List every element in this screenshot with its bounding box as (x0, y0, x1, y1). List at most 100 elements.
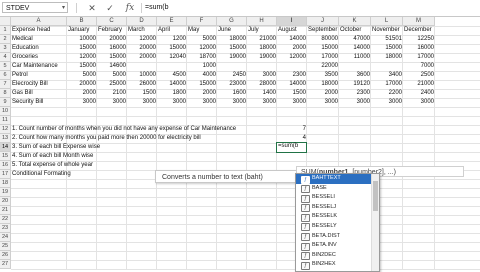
amount-cell[interactable]: 3000 (372, 98, 403, 107)
row-header-11[interactable]: 11 (0, 116, 11, 125)
amount-cell[interactable]: 12000 (128, 35, 157, 44)
amount-cell[interactable]: 3000 (308, 98, 339, 107)
amount-cell[interactable]: 47000 (340, 35, 371, 44)
question-text[interactable]: 5. Total expense of whole year (12, 161, 262, 170)
row-header-17[interactable]: 17 (0, 170, 11, 179)
column-header-j[interactable]: J (307, 17, 339, 26)
row-header-27[interactable]: 27 (0, 260, 11, 269)
amount-cell[interactable]: 3000 (158, 98, 187, 107)
expense-name-cell[interactable]: Education (12, 44, 67, 53)
header-cell-month[interactable]: April (158, 26, 187, 35)
amount-cell[interactable]: 51501 (372, 35, 403, 44)
amount-cell[interactable]: 2000 (68, 89, 97, 98)
amount-cell[interactable]: 14000 (278, 80, 307, 89)
question-text[interactable]: 4. Sum of each bill Month wise (12, 152, 262, 161)
select-all-corner[interactable] (0, 17, 11, 26)
row-header-20[interactable]: 20 (0, 197, 11, 206)
row-header-25[interactable]: 25 (0, 242, 11, 251)
row-header-23[interactable]: 23 (0, 224, 11, 233)
amount-cell[interactable]: 2200 (372, 89, 403, 98)
amount-cell[interactable]: 14000 (340, 44, 371, 53)
amount-cell[interactable]: 19000 (218, 53, 247, 62)
amount-cell[interactable]: 20000 (98, 35, 127, 44)
amount-cell[interactable]: 15000 (68, 62, 97, 71)
row-header-3[interactable]: 3 (0, 44, 11, 53)
amount-cell[interactable]: 1800 (158, 89, 187, 98)
row-header-10[interactable]: 10 (0, 107, 11, 116)
autocomplete-item[interactable]: ƒ BIN2DEC (296, 251, 379, 261)
amount-cell[interactable]: 1600 (218, 89, 247, 98)
amount-cell[interactable]: 10000 (128, 71, 157, 80)
column-header-e[interactable]: E (157, 17, 187, 26)
row-header-26[interactable]: 26 (0, 251, 11, 260)
amount-cell[interactable]: 2000 (278, 44, 307, 53)
header-cell-month[interactable]: March (128, 26, 157, 35)
amount-cell[interactable]: 3000 (248, 71, 277, 80)
column-header-a[interactable]: A (11, 17, 67, 26)
amount-cell[interactable]: 12000 (278, 53, 307, 62)
column-header-i[interactable]: I (277, 17, 307, 26)
row-header-8[interactable]: 8 (0, 89, 11, 98)
amount-cell[interactable]: 18700 (188, 53, 217, 62)
amount-cell[interactable]: 25000 (98, 80, 127, 89)
amount-cell[interactable]: 10000 (68, 35, 97, 44)
column-header-g[interactable]: G (217, 17, 247, 26)
amount-cell[interactable]: 22000 (308, 62, 339, 71)
answer-cell[interactable]: 7 (278, 125, 307, 134)
amount-cell[interactable]: 2400 (404, 89, 435, 98)
amount-cell[interactable]: 11000 (340, 53, 371, 62)
amount-cell[interactable]: 5000 (68, 71, 97, 80)
amount-cell[interactable]: 7000 (404, 62, 435, 71)
amount-cell[interactable]: 4500 (158, 71, 187, 80)
amount-cell[interactable]: 21000 (248, 35, 277, 44)
expense-name-cell[interactable]: Security Bill (12, 98, 67, 107)
row-header-12[interactable]: 12 (0, 125, 11, 134)
expense-name-cell[interactable]: Medical (12, 35, 67, 44)
amount-cell[interactable]: 12040 (158, 53, 187, 62)
column-header-l[interactable]: L (371, 17, 403, 26)
column-header-c[interactable]: C (97, 17, 127, 26)
scrollbar-thumb[interactable] (373, 181, 378, 211)
row-header-2[interactable]: 2 (0, 35, 11, 44)
amount-cell[interactable]: 3400 (372, 71, 403, 80)
function-autocomplete-list[interactable]: ƒ BAHTTEXT ƒ BASE ƒ BESSELI ƒ BESSELJ ƒ BESSELK ƒ B… (295, 173, 380, 272)
amount-cell[interactable]: 2000 (308, 89, 339, 98)
header-cell-month[interactable]: July (248, 26, 277, 35)
amount-cell[interactable]: 14000 (158, 80, 187, 89)
amount-cell[interactable]: 15000 (218, 44, 247, 53)
amount-cell[interactable]: 3000 (98, 98, 127, 107)
autocomplete-scrollbar[interactable] (371, 174, 379, 271)
amount-cell[interactable]: 12000 (68, 53, 97, 62)
amount-cell[interactable]: 12000 (188, 44, 217, 53)
autocomplete-item[interactable]: ƒ BESSELY (296, 222, 379, 232)
autocomplete-item[interactable]: ƒ BETA.INV (296, 241, 379, 251)
amount-cell[interactable]: 2300 (340, 89, 371, 98)
amount-cell[interactable]: 15000 (188, 80, 217, 89)
amount-cell[interactable]: 2100 (98, 89, 127, 98)
header-cell-expense-head[interactable]: Expense head (12, 26, 67, 35)
header-cell-month[interactable]: May (188, 26, 217, 35)
insert-function-button[interactable]: fx (124, 2, 136, 14)
autocomplete-item[interactable]: ƒ BAHTTEXT (296, 174, 379, 184)
row-header-16[interactable]: 16 (0, 161, 11, 170)
amount-cell[interactable]: 3000 (218, 98, 247, 107)
amount-cell[interactable]: 3600 (340, 71, 371, 80)
chevron-down-icon[interactable]: ▾ (62, 3, 65, 14)
amount-cell[interactable]: 1500 (128, 89, 157, 98)
row-header-18[interactable]: 18 (0, 179, 11, 188)
amount-cell[interactable]: 18000 (308, 80, 339, 89)
row-header-13[interactable]: 13 (0, 134, 11, 143)
header-cell-month[interactable]: January (68, 26, 97, 35)
autocomplete-item[interactable]: ƒ BIN2HEX (296, 260, 379, 270)
autocomplete-item[interactable]: ƒ BESSELJ (296, 203, 379, 213)
row-header-15[interactable]: 15 (0, 152, 11, 161)
amount-cell[interactable]: 3000 (248, 98, 277, 107)
active-cell[interactable]: =sum(b (276, 142, 307, 153)
row-header-7[interactable]: 7 (0, 80, 11, 89)
amount-cell[interactable]: 20000 (128, 53, 157, 62)
amount-cell[interactable]: 15000 (68, 44, 97, 53)
amount-cell[interactable]: 16000 (98, 44, 127, 53)
amount-cell[interactable]: 3000 (404, 98, 435, 107)
question-text[interactable]: 1. Count number of months when you did n… (12, 125, 262, 134)
header-cell-month[interactable]: September (308, 26, 339, 35)
